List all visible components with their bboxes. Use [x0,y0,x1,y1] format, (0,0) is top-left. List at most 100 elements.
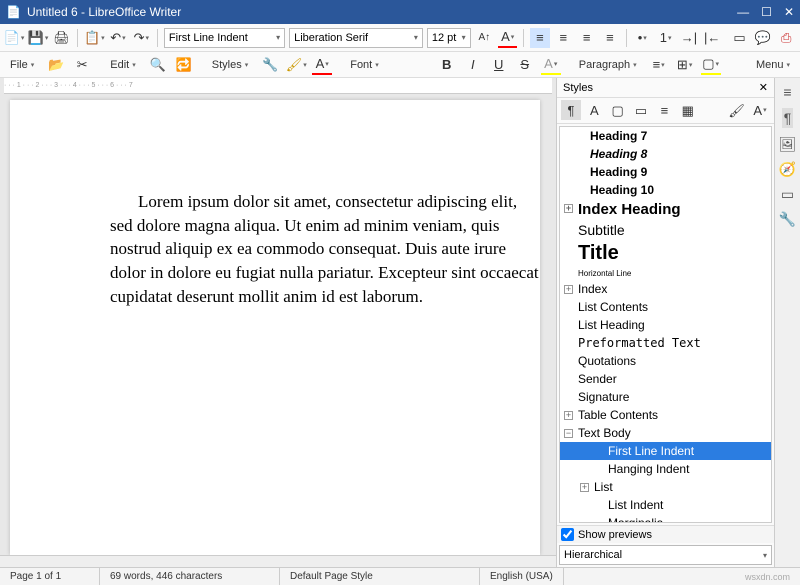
print-button[interactable]: 🖨 [52,28,71,48]
incr-indent-button[interactable]: →| [679,28,698,48]
properties-tab-icon[interactable]: ≡ [783,84,791,100]
style-text-body[interactable]: −Text Body [560,424,771,442]
highlight2-icon[interactable]: A [541,55,561,75]
align-center-button[interactable]: ≡ [554,28,573,48]
style-preformatted[interactable]: Preformatted Text [560,334,771,352]
gallery-tab-icon[interactable]: 🖼 [779,136,797,153]
inspect-tab-icon[interactable]: 🔧 [779,211,796,228]
new-style-icon[interactable]: A [750,100,770,120]
para-bg-button[interactable]: ▢ [701,55,721,75]
font-name-combo[interactable]: Liberation Serif [289,28,423,48]
bullet-list-button[interactable]: • [633,28,652,48]
expand-icon[interactable]: + [564,204,573,213]
style-title[interactable]: Title [560,240,771,267]
find-icon[interactable]: 🔍 [148,55,168,75]
line-spacing-button[interactable]: ≡ [649,55,669,75]
style-first-line-indent[interactable]: First Line Indent [560,442,771,460]
comment-button[interactable]: 💬 [753,28,772,48]
font-color-button[interactable]: A [498,28,517,48]
style-index[interactable]: +Index [560,280,771,298]
minimize-button[interactable]: — [737,5,749,19]
underline-button[interactable]: U [489,55,509,75]
style-marginalia[interactable]: Marginalia [560,514,771,524]
style-heading-9[interactable]: Heading 9 [560,163,771,181]
document-page[interactable]: Lorem ipsum dolor sit amet, consectetur … [10,100,540,555]
horizontal-scrollbar[interactable] [0,555,556,567]
font-size-combo[interactable]: 12 pt [427,28,471,48]
edit-menu[interactable]: Edit [104,57,141,73]
undo-button[interactable]: ↶ [108,28,127,48]
align-justify-button[interactable]: ≡ [600,28,619,48]
menu-button[interactable]: Menu [750,57,796,73]
header-button[interactable]: ▭ [730,28,749,48]
style-subtitle[interactable]: Subtitle [560,220,771,240]
expand-icon[interactable]: + [564,285,573,294]
status-page-style[interactable]: Default Page Style [280,568,480,585]
style-list-heading[interactable]: List Heading [560,316,771,334]
style-hanging-indent[interactable]: Hanging Indent [560,460,771,478]
open-icon[interactable]: 📂 [46,55,66,75]
strike-button[interactable]: S [515,55,535,75]
grow-font-button[interactable]: A↑ [475,28,494,48]
cut-icon[interactable]: ✂ [72,55,92,75]
close-panel-icon[interactable]: ✕ [759,81,768,94]
align-right-button[interactable]: ≡ [577,28,596,48]
export-pdf-button[interactable]: ⎙ [777,28,796,48]
number-list-button[interactable]: 1 [656,28,675,48]
styles-tab-icon[interactable]: ¶ [782,108,794,128]
page-styles-icon[interactable]: ▭ [631,101,651,121]
navigator-tab-icon[interactable]: 🧭 [779,161,796,178]
style-index-heading[interactable]: +Index Heading [560,199,771,220]
style-heading-7[interactable]: Heading 7 [560,127,771,145]
paragraph-styles-icon[interactable]: ¶ [561,100,581,120]
font-menu[interactable]: Font [344,57,385,73]
outline-button[interactable]: ⊞ [675,55,695,75]
close-button[interactable]: ✕ [784,5,794,19]
fill-format-icon[interactable]: 🖌 [727,101,747,121]
status-words[interactable]: 69 words, 446 characters [100,568,280,585]
update-style-icon[interactable]: 🔧 [260,55,280,75]
menu-row: File 📂 ✂ Edit 🔍 🔁 Styles 🔧 🖌 A Font B I … [0,52,800,78]
styles-list[interactable]: Heading 7 Heading 8 Heading 9 Heading 10… [559,126,772,524]
style-list-contents[interactable]: List Contents [560,298,771,316]
style-filter-combo[interactable]: Hierarchical [559,545,772,565]
expand-icon[interactable]: + [580,483,589,492]
new-button[interactable]: 📄 [4,28,24,48]
style-signature[interactable]: Signature [560,388,771,406]
decr-indent-button[interactable]: |← [703,28,722,48]
style-heading-8[interactable]: Heading 8 [560,145,771,163]
style-heading-10[interactable]: Heading 10 [560,181,771,199]
list-styles-icon[interactable]: ≡ [654,100,674,120]
paste-button[interactable]: 📋 [84,28,104,48]
collapse-icon[interactable]: − [564,429,573,438]
redo-button[interactable]: ↷ [132,28,151,48]
style-quotations[interactable]: Quotations [560,352,771,370]
maximize-button[interactable]: ☐ [761,5,772,19]
frame-styles-icon[interactable]: ▢ [608,101,628,121]
body-text[interactable]: Lorem ipsum dolor sit amet, consectetur … [110,190,540,309]
char-styles-icon[interactable]: A [584,100,604,120]
horizontal-ruler[interactable]: · · · 1 · · · 2 · · · 3 · · · 4 · · · 5 … [4,78,552,94]
status-language[interactable]: English (USA) [480,568,564,585]
paragraph-style-combo[interactable]: First Line Indent [164,28,285,48]
style-horizontal-line[interactable]: Horizontal Line [560,267,771,280]
style-sender[interactable]: Sender [560,370,771,388]
replace-icon[interactable]: 🔁 [174,55,194,75]
highlight-icon[interactable]: A [312,55,332,75]
italic-button[interactable]: I [463,55,483,75]
bold-button[interactable]: B [437,55,457,75]
style-table-contents[interactable]: +Table Contents [560,406,771,424]
show-previews-checkbox[interactable] [561,528,574,541]
save-button[interactable]: 💾 [28,28,48,48]
status-page[interactable]: Page 1 of 1 [0,568,100,585]
clone-format-icon[interactable]: 🖌 [286,55,306,75]
table-styles-icon[interactable]: ▦ [678,101,698,121]
style-list-indent[interactable]: List Indent [560,496,771,514]
file-menu[interactable]: File [4,57,40,73]
align-left-button[interactable]: ≡ [530,28,549,48]
paragraph-menu[interactable]: Paragraph [573,57,643,73]
style-list[interactable]: +List [560,478,771,496]
styles-menu[interactable]: Styles [206,57,254,73]
page-tab-icon[interactable]: ▭ [781,186,794,203]
expand-icon[interactable]: + [564,411,573,420]
